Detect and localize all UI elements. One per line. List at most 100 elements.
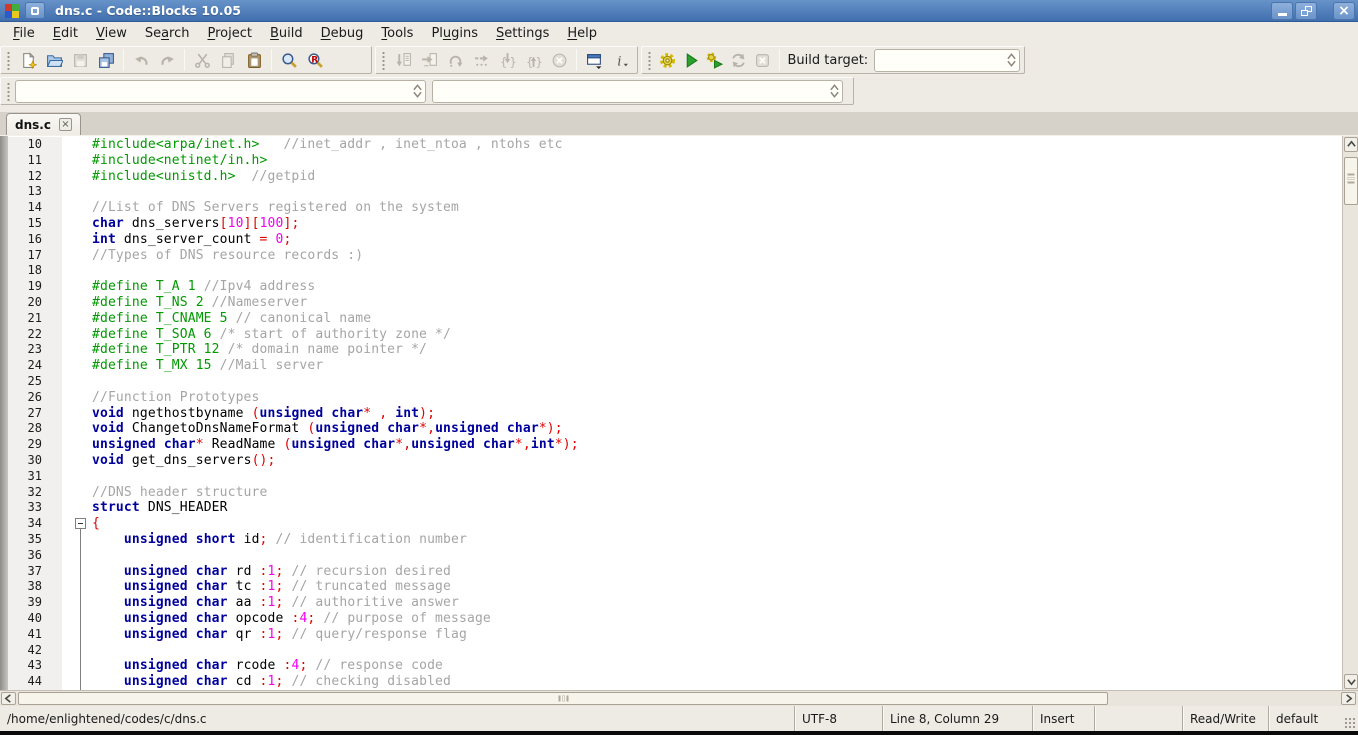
line-number: 19 (8, 279, 62, 295)
debug-continue-button (390, 48, 416, 72)
fold-margin (62, 232, 92, 248)
code-line-12[interactable]: 12#include<unistd.h> //getpid (8, 169, 1342, 185)
tab-close-icon[interactable]: × (59, 118, 72, 131)
tab-dns-c[interactable]: dns.c × (6, 113, 81, 135)
code-editor[interactable]: 10#include<arpa/inet.h> //inet_addr , in… (0, 136, 1358, 690)
scope-combobox[interactable] (15, 80, 426, 103)
build-button[interactable] (655, 48, 679, 72)
horizontal-scrollbar-thumb[interactable] (18, 692, 1108, 705)
stop-debugger-button (546, 48, 572, 72)
resize-grip[interactable] (1344, 717, 1356, 729)
menu-search[interactable]: Search (136, 24, 199, 43)
code-line-18[interactable]: 18 (8, 263, 1342, 279)
code-line-10[interactable]: 10#include<arpa/inet.h> //inet_addr , in… (8, 137, 1342, 153)
code-line-34[interactable]: 34{ (8, 516, 1342, 532)
fold-margin (62, 643, 92, 659)
scroll-down-button[interactable] (1344, 674, 1358, 689)
code-line-36[interactable]: 36 (8, 548, 1342, 564)
window-bottom-edge (0, 731, 1358, 735)
code-text: unsigned char rd :1; // recursion desire… (92, 564, 1342, 580)
svg-text:{: { (500, 54, 507, 68)
line-number: 44 (8, 674, 62, 690)
horizontal-scrollbar[interactable] (0, 690, 1358, 706)
fold-collapse-icon[interactable] (75, 518, 86, 529)
menu-edit[interactable]: Edit (44, 24, 87, 43)
code-text: unsigned char tc :1; // truncated messag… (92, 579, 1342, 595)
code-line-26[interactable]: 26//Function Prototypes (8, 390, 1342, 406)
toolbar-grip[interactable] (646, 50, 651, 70)
minimize-button[interactable] (1271, 2, 1293, 20)
code-line-42[interactable]: 42 (8, 643, 1342, 659)
menu-plugins[interactable]: Plugins (422, 24, 487, 43)
new-file-button[interactable] (15, 48, 41, 72)
code-text (92, 469, 1342, 485)
code-text: #include<netinet/in.h> (92, 153, 1342, 169)
menu-help[interactable]: Help (558, 24, 606, 43)
code-line-40[interactable]: 40 unsigned char opcode :4; // purpose o… (8, 611, 1342, 627)
code-line-19[interactable]: 19#define T_A 1 //Ipv4 address (8, 279, 1342, 295)
code-line-30[interactable]: 30void get_dns_servers(); (8, 453, 1342, 469)
code-line-28[interactable]: 28void ChangetoDnsNameFormat (unsigned c… (8, 421, 1342, 437)
menu-project[interactable]: Project (199, 24, 262, 43)
code-line-29[interactable]: 29unsigned char* ReadName (unsigned char… (8, 437, 1342, 453)
debugging-windows-button[interactable] (581, 48, 607, 72)
toolbar-grip[interactable] (5, 50, 11, 70)
code-line-15[interactable]: 15char dns_servers[10][100]; (8, 216, 1342, 232)
build-and-run-button[interactable] (703, 48, 727, 72)
title-bar[interactable]: dns.c - Code::Blocks 10.05 × (0, 0, 1358, 22)
open-file-button[interactable] (41, 48, 67, 72)
code-line-14[interactable]: 14//List of DNS Servers registered on th… (8, 200, 1342, 216)
code-line-33[interactable]: 33struct DNS_HEADER (8, 500, 1342, 516)
code-line-37[interactable]: 37 unsigned char rd :1; // recursion des… (8, 564, 1342, 580)
app-icon[interactable] (25, 2, 45, 19)
vertical-scrollbar-thumb[interactable] (1344, 157, 1358, 205)
debugging-windows-icon (586, 52, 603, 69)
menu-view[interactable]: View (87, 24, 136, 43)
code-line-44[interactable]: 44 unsigned char cd :1; // checking disa… (8, 674, 1342, 690)
code-line-20[interactable]: 20#define T_NS 2 //Nameserver (8, 295, 1342, 311)
code-line-31[interactable]: 31 (8, 469, 1342, 485)
fold-margin-collapse[interactable] (62, 516, 92, 532)
code-line-21[interactable]: 21#define T_CNAME 5 // canonical name (8, 311, 1342, 327)
save-all-button[interactable] (93, 48, 119, 72)
code-line-38[interactable]: 38 unsigned char tc :1; // truncated mes… (8, 579, 1342, 595)
code-text (92, 184, 1342, 200)
toolbar-grip[interactable] (5, 81, 11, 101)
copy-icon (220, 52, 237, 69)
debug-info-button[interactable]: i (607, 48, 633, 72)
code-line-41[interactable]: 41 unsigned char qr :1; // query/respons… (8, 627, 1342, 643)
run-button[interactable] (679, 48, 703, 72)
replace-button[interactable]: R (302, 48, 328, 72)
code-line-32[interactable]: 32//DNS header structure (8, 485, 1342, 501)
code-line-23[interactable]: 23#define T_PTR 12 /* domain name pointe… (8, 342, 1342, 358)
code-line-35[interactable]: 35 unsigned short id; // identification … (8, 532, 1342, 548)
function-combobox[interactable] (432, 80, 843, 103)
build-target-combobox[interactable] (874, 49, 1020, 72)
close-button[interactable]: × (1333, 2, 1355, 20)
code-line-24[interactable]: 24#define T_MX 15 //Mail server (8, 358, 1342, 374)
code-line-17[interactable]: 17//Types of DNS resource records :) (8, 248, 1342, 264)
menu-debug[interactable]: Debug (312, 24, 373, 43)
find-button[interactable] (276, 48, 302, 72)
code-line-39[interactable]: 39 unsigned char aa :1; // authoritive a… (8, 595, 1342, 611)
menu-tools[interactable]: Tools (372, 24, 422, 43)
paste-button[interactable] (241, 48, 267, 72)
menu-build[interactable]: Build (261, 24, 312, 43)
restore-button[interactable] (1295, 2, 1317, 20)
scroll-right-button[interactable] (1341, 692, 1356, 705)
code-line-22[interactable]: 22#define T_SOA 6 /* start of authority … (8, 327, 1342, 343)
redo-icon (159, 52, 176, 69)
scroll-left-button[interactable] (1, 692, 16, 705)
vertical-scrollbar[interactable] (1342, 136, 1358, 690)
code-line-25[interactable]: 25 (8, 374, 1342, 390)
toolbar-grip[interactable] (380, 50, 386, 70)
scroll-up-button[interactable] (1344, 137, 1358, 152)
menu-file[interactable]: File (4, 24, 44, 43)
menu-settings[interactable]: Settings (487, 24, 558, 43)
code-line-16[interactable]: 16int dns_server_count = 0; (8, 232, 1342, 248)
code-line-11[interactable]: 11#include<netinet/in.h> (8, 153, 1342, 169)
code-line-43[interactable]: 43 unsigned char rcode :4; // response c… (8, 658, 1342, 674)
status-encoding: UTF-8 (794, 706, 882, 731)
code-line-27[interactable]: 27void ngethostbyname (unsigned char* , … (8, 406, 1342, 422)
code-line-13[interactable]: 13 (8, 184, 1342, 200)
